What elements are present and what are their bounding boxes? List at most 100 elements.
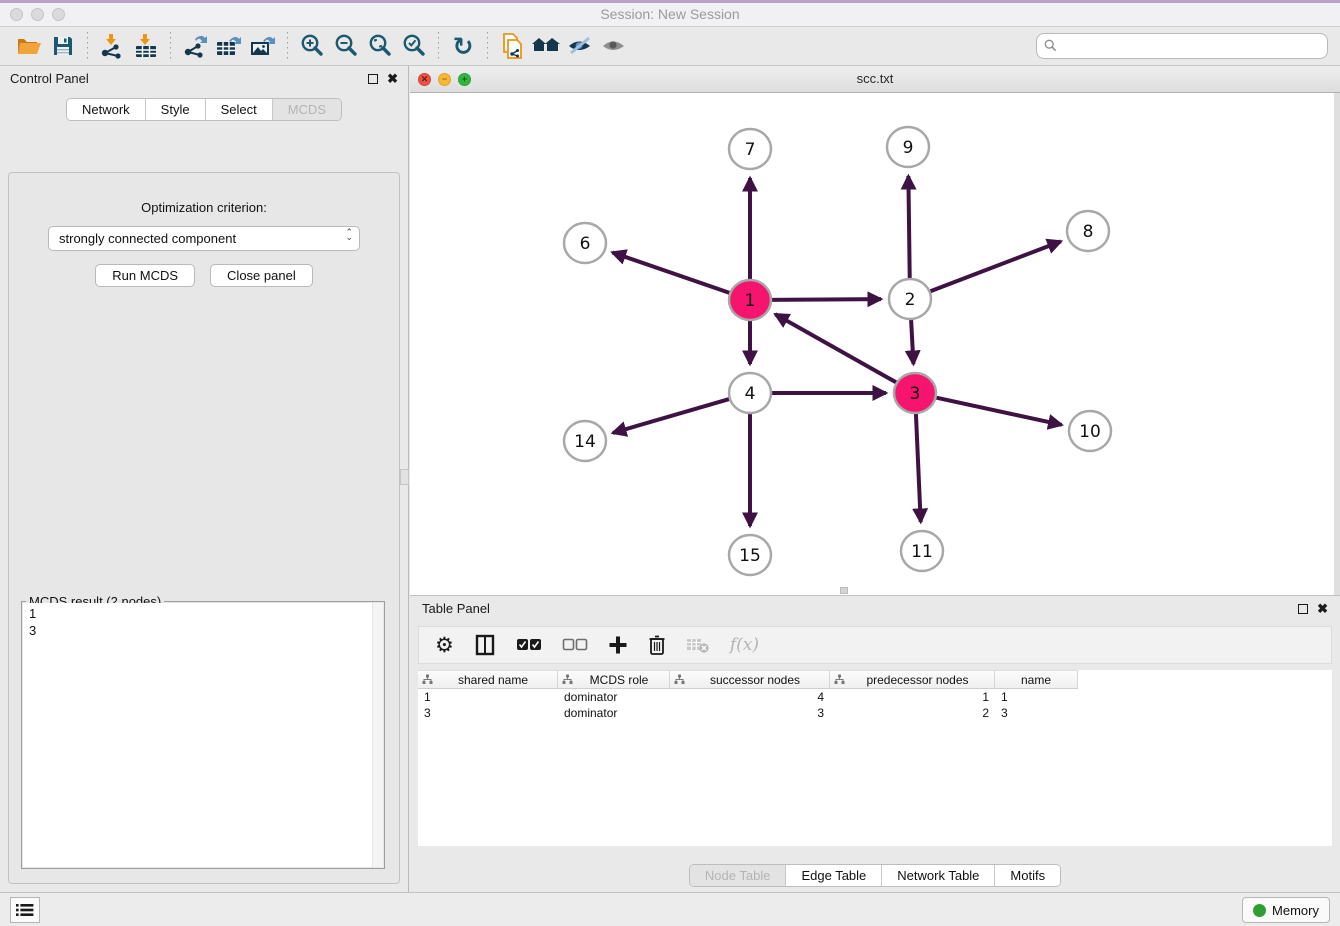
table-row[interactable]: 3 dominator 3 2 3 [418,705,1332,721]
hide-selected-icon[interactable] [563,31,597,61]
control-panel-header: Control Panel ✖ [0,66,408,91]
graph-edge-1-6[interactable] [612,252,732,293]
graph-edge-2-3[interactable] [911,318,913,364]
column-header-mcds-role[interactable]: MCDS role [558,670,670,689]
criterion-select[interactable]: strongly connected component ⌃⌄ [48,226,360,251]
column-header-predecessor-nodes[interactable]: predecessor nodes [830,670,995,689]
memory-status-icon [1253,904,1266,917]
home-layout-icon[interactable] [529,31,563,61]
splitter-handle[interactable] [400,469,409,485]
graph-edge-4-14[interactable] [613,398,732,433]
export-table-icon[interactable] [212,31,246,61]
toolbar-separator [438,32,439,60]
node-table: shared name MCDS role successor nodes pr… [418,670,1332,846]
result-scrollbar[interactable] [372,603,383,867]
columns-icon[interactable] [474,634,496,656]
list-icon [16,903,34,917]
refresh-icon[interactable]: ↻ [446,31,480,61]
export-image-icon[interactable] [246,31,280,61]
close-panel-button[interactable]: Close panel [210,264,313,287]
graph-edge-2-8[interactable] [928,241,1061,292]
save-icon[interactable] [46,31,80,61]
graph-edge-3-10[interactable] [934,397,1062,425]
float-panel-icon[interactable] [368,74,378,84]
delete-table-icon[interactable] [686,636,710,654]
zoom-out-icon[interactable] [329,31,363,61]
zoom-in-icon[interactable] [295,31,329,61]
import-network-icon[interactable] [95,31,129,61]
application-window: Session: New Session [0,0,1340,926]
zoom-fit-icon[interactable] [363,31,397,61]
select-all-icon[interactable] [516,638,542,652]
zoom-selected-icon[interactable] [397,31,431,61]
column-type-icon [834,674,845,685]
main-toolbar: ↻ [0,27,1340,66]
close-table-panel-icon[interactable]: ✖ [1317,602,1328,615]
network-view-window: ✕ − + scc.txt 7968124314101511 [410,66,1340,595]
status-bar: Memory [0,892,1340,926]
tab-node-table[interactable]: Node Table [690,865,787,886]
graph: 7968124314101511 [410,93,1334,595]
graph-edge-1-2[interactable] [769,299,881,300]
tab-network-table[interactable]: Network Table [882,865,995,886]
table-tabs: Node Table Edge Table Network Table Moti… [410,864,1340,887]
memory-label: Memory [1272,903,1319,918]
canvas-resize-handle[interactable] [840,587,848,594]
control-panel-tabs: Network Style Select MCDS [0,98,408,121]
network-canvas[interactable]: 7968124314101511 [410,93,1334,595]
add-column-icon[interactable] [608,635,628,655]
graph-node-label-4: 4 [745,384,756,404]
toolbar-separator [87,32,88,60]
tab-style[interactable]: Style [146,99,206,120]
optimization-criterion-label: Optimization criterion: [9,200,399,215]
graph-edge-2-9[interactable] [908,176,909,280]
tab-network[interactable]: Network [67,99,146,120]
graph-node-label-7: 7 [745,140,756,160]
show-all-icon[interactable] [597,31,631,61]
table-panel-title: Table Panel [422,601,490,616]
graph-node-label-9: 9 [903,138,914,158]
column-type-icon [674,674,685,685]
delete-column-icon[interactable] [648,634,666,656]
export-network-icon[interactable] [178,31,212,61]
tab-select[interactable]: Select [206,99,273,120]
column-header-shared-name[interactable]: shared name [418,670,558,689]
tab-mcds[interactable]: MCDS [273,99,341,120]
graph-edge-3-1[interactable] [775,314,898,383]
table-panel: Table Panel ✖ ⚙ f(x) shared name [410,595,1340,892]
session-title: Session: New Session [0,6,1340,22]
float-table-panel-icon[interactable] [1298,604,1308,614]
settings-gear-icon[interactable]: ⚙ [435,635,454,656]
search-input[interactable] [1036,33,1328,59]
network-window-title: scc.txt [410,71,1340,86]
result-line: 3 [29,623,377,640]
column-type-icon [422,674,433,685]
tab-motifs[interactable]: Motifs [995,865,1060,886]
network-window-titlebar[interactable]: ✕ − + scc.txt [410,66,1340,93]
close-panel-icon[interactable]: ✖ [387,72,398,85]
graph-node-label-10: 10 [1079,422,1101,442]
copy-network-icon[interactable] [495,31,529,61]
column-header-name[interactable]: name [995,670,1078,689]
mcds-result-group: MCDS result (2 nodes) 1 3 [21,601,385,869]
memory-button[interactable]: Memory [1242,897,1330,923]
mcds-panel-body: Optimization criterion: strongly connect… [8,172,400,884]
graph-node-label-8: 8 [1083,222,1094,242]
graph-node-label-15: 15 [739,546,761,566]
criterion-value: strongly connected component [59,231,236,246]
toolbar-separator [487,32,488,60]
result-line: 1 [29,606,377,623]
mcds-result-textarea[interactable]: 1 3 [23,603,383,867]
table-row[interactable]: 1 dominator 4 1 1 [418,689,1332,705]
graph-node-label-1: 1 [745,291,756,311]
tab-edge-table[interactable]: Edge Table [786,865,882,886]
graph-edge-3-11[interactable] [916,412,921,522]
graph-node-label-6: 6 [580,234,591,254]
import-table-icon[interactable] [129,31,163,61]
function-builder-icon[interactable]: f(x) [730,635,759,655]
deselect-all-icon[interactable] [562,638,588,652]
run-mcds-button[interactable]: Run MCDS [95,264,195,287]
open-folder-icon[interactable] [12,31,46,61]
task-history-button[interactable] [10,897,40,923]
column-header-successor-nodes[interactable]: successor nodes [670,670,830,689]
